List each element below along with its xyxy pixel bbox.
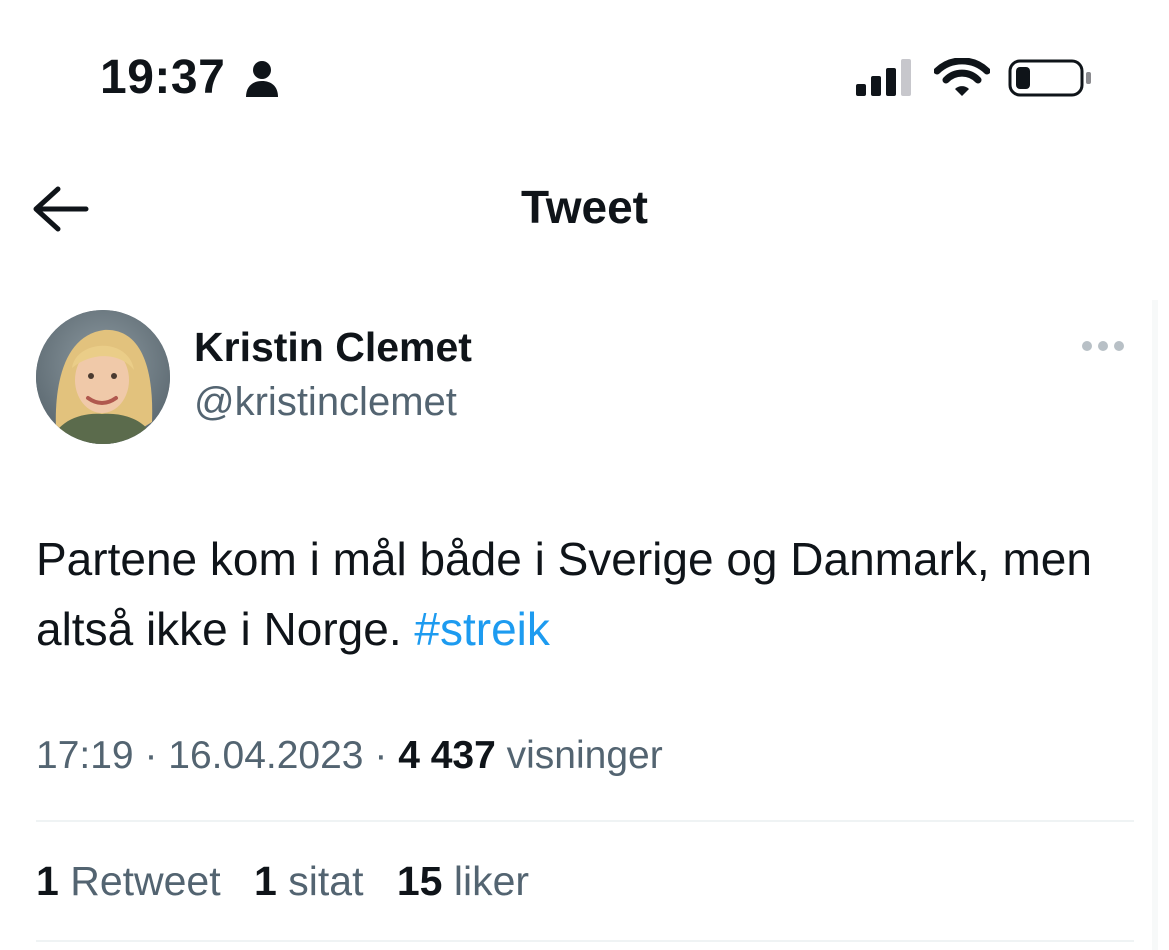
views-label: visninger [506, 734, 663, 777]
retweets-label: Retweet [70, 858, 221, 904]
separator: · [374, 734, 388, 777]
author-handle[interactable]: @kristinclemet [194, 380, 457, 425]
signal-icon [856, 59, 911, 96]
tweet-stats: 1 Retweet 1 sitat 15 liker [36, 858, 551, 905]
quotes-label: sitat [288, 858, 364, 904]
divider [36, 940, 1134, 942]
tweet-date[interactable]: 16.04.2023 [168, 734, 363, 777]
hashtag-link[interactable]: #streik [414, 603, 549, 655]
likes-label: liker [453, 858, 530, 904]
scroll-edge [1152, 300, 1158, 950]
status-bar: 19:37 [0, 0, 1169, 150]
page-title: Tweet [521, 181, 648, 233]
avatar-image [36, 310, 170, 444]
tweet-time[interactable]: 17:19 [36, 734, 134, 777]
battery-icon [1008, 59, 1091, 97]
likes-count: 15 [396, 858, 443, 904]
quotes-count: 1 [254, 858, 277, 904]
avatar[interactable] [36, 310, 170, 444]
person-icon [246, 61, 278, 97]
tweet-text: Partene kom i mål både i Sverige og Danm… [36, 524, 1136, 664]
tweet-body: Partene kom i mål både i Sverige og Danm… [36, 533, 1092, 655]
tweet-meta: 17:19 · 16.04.2023 · 4 437 visninger [36, 734, 663, 778]
views-count: 4 437 [398, 734, 496, 777]
retweets-stat[interactable]: 1 Retweet [36, 858, 221, 905]
retweets-count: 1 [36, 858, 59, 904]
more-options-icon[interactable] [1082, 338, 1134, 360]
author-display-name[interactable]: Kristin Clemet [194, 324, 472, 371]
status-time: 19:37 [100, 51, 226, 104]
wifi-icon [934, 58, 990, 96]
separator: · [144, 734, 158, 777]
divider [36, 820, 1134, 822]
likes-stat[interactable]: 15 liker [397, 858, 529, 905]
quotes-stat[interactable]: 1 sitat [254, 858, 363, 905]
